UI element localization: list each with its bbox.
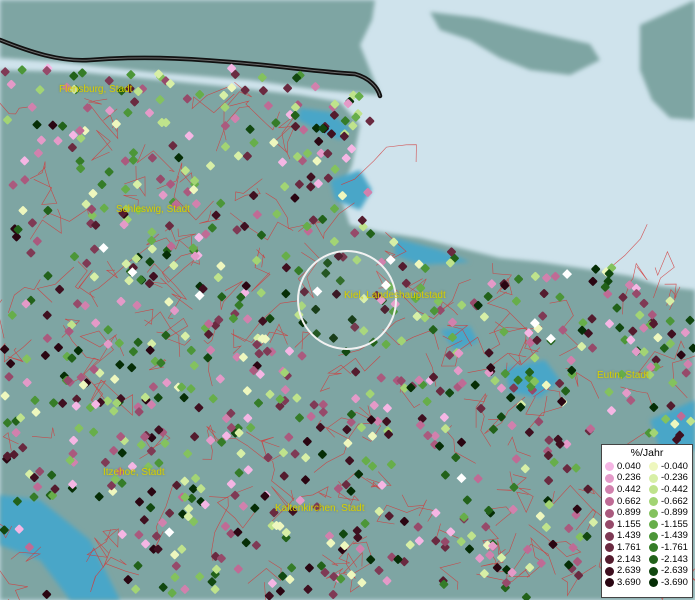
legend-row: 1.439 -1.439: [605, 531, 693, 543]
legend-entry-positive: 0.662: [605, 495, 649, 507]
legend: %/Jahr 0.040 -0.040 0.236 -0.236 0.442 -0.442…: [601, 444, 693, 598]
legend-entry-positive: 0.040: [605, 460, 649, 472]
legend-entry-negative: -1.761: [649, 541, 693, 553]
legend-swatch: [605, 543, 614, 553]
legend-entry-positive: 0.899: [605, 508, 649, 518]
legend-swatch: [605, 485, 614, 495]
legend-entry-negative: -1.155: [649, 518, 693, 530]
legend-row: 3.690 -3.690: [605, 577, 693, 589]
city-label-schleswig: Schleswig, Stadt: [116, 204, 190, 215]
legend-value: 0.442: [617, 483, 641, 495]
legend-swatch: [649, 485, 658, 495]
legend-swatch: [649, 473, 658, 483]
legend-value: -0.662: [661, 495, 688, 507]
legend-value: 1.439: [617, 530, 641, 542]
legend-value: -3.690: [661, 576, 688, 588]
legend-swatch: [605, 462, 614, 472]
legend-value: -2.143: [661, 553, 688, 565]
legend-swatch: [649, 555, 658, 565]
legend-entry-positive: 0.442: [605, 483, 649, 495]
legend-row: 0.662 -0.662: [605, 496, 693, 508]
legend-swatch: [649, 497, 658, 507]
city-label-kiel: Kiel, Landeshauptstadt: [344, 290, 446, 301]
city-label-itzehoe: Itzehoe, Stadt: [103, 467, 165, 478]
legend-value: 0.040: [617, 460, 641, 472]
legend-value: -2.639: [661, 565, 688, 577]
legend-swatch: [605, 473, 614, 483]
legend-swatch: [605, 497, 614, 507]
legend-swatch: [649, 543, 658, 553]
legend-swatch: [605, 531, 614, 541]
legend-row: 1.761 -1.761: [605, 542, 693, 554]
legend-swatch: [649, 531, 658, 541]
legend-swatch: [649, 520, 658, 530]
legend-value: -0.899: [661, 507, 688, 519]
legend-value: -1.439: [661, 530, 688, 542]
legend-value: -0.442: [661, 483, 688, 495]
legend-value: -0.040: [661, 460, 688, 472]
legend-value: 0.662: [617, 495, 641, 507]
legend-row: 2.143 -2.143: [605, 554, 693, 566]
city-label-eutin: Eutin, Stadt: [597, 370, 649, 381]
legend-entry-positive: 2.639: [605, 566, 649, 576]
legend-entry-negative: -0.442: [649, 483, 693, 495]
legend-row: 1.155 -1.155: [605, 519, 693, 531]
legend-row: 0.040 -0.040: [605, 461, 693, 473]
legend-swatch: [605, 578, 614, 588]
legend-entry-positive: 3.690: [605, 576, 649, 588]
legend-value: 0.899: [617, 507, 641, 519]
legend-swatch: [649, 462, 658, 472]
city-label-kaltenkirchen: Kaltenkirchen, Stadt: [275, 503, 365, 514]
legend-swatch: [605, 555, 614, 565]
legend-swatch: [649, 508, 658, 518]
legend-entry-positive: 1.439: [605, 531, 649, 541]
legend-row: 0.442 -0.442: [605, 484, 693, 496]
legend-value: 0.236: [617, 472, 641, 484]
legend-value: -0.236: [661, 472, 688, 484]
legend-title: %/Jahr: [630, 447, 664, 459]
legend-entry-positive: 0.236: [605, 473, 649, 483]
legend-row: 0.899 -0.899: [605, 507, 693, 519]
legend-value: 1.761: [617, 541, 641, 553]
legend-swatch: [605, 520, 614, 530]
legend-entry-negative: -1.439: [649, 531, 693, 541]
legend-row: 2.639 -2.639: [605, 565, 693, 577]
legend-value: 2.639: [617, 565, 641, 577]
legend-value: 1.155: [617, 518, 641, 530]
legend-swatch: [649, 578, 658, 588]
legend-entry-negative: -0.236: [649, 473, 693, 483]
legend-entry-negative: -2.639: [649, 566, 693, 576]
legend-value: -1.155: [661, 518, 688, 530]
legend-value: 3.690: [617, 576, 641, 588]
legend-entry-positive: 1.155: [605, 518, 649, 530]
legend-rows: 0.040 -0.040 0.236 -0.236 0.442 -0.442 0.662 -0…: [605, 461, 693, 589]
legend-entry-negative: -0.899: [649, 508, 693, 518]
legend-entry-negative: -3.690: [649, 576, 693, 588]
legend-row: 0.236 -0.236: [605, 473, 693, 485]
legend-entry-positive: 1.761: [605, 541, 649, 553]
legend-value: -1.761: [661, 541, 688, 553]
legend-entry-negative: -0.662: [649, 495, 693, 507]
city-label-flensburg: Flensburg, Stadt: [59, 84, 133, 95]
legend-swatch: [605, 566, 614, 576]
legend-entry-positive: 2.143: [605, 553, 649, 565]
legend-entry-negative: -0.040: [649, 460, 693, 472]
legend-swatch: [649, 566, 658, 576]
legend-swatch: [605, 508, 614, 518]
legend-value: 2.143: [617, 553, 641, 565]
legend-entry-negative: -2.143: [649, 553, 693, 565]
